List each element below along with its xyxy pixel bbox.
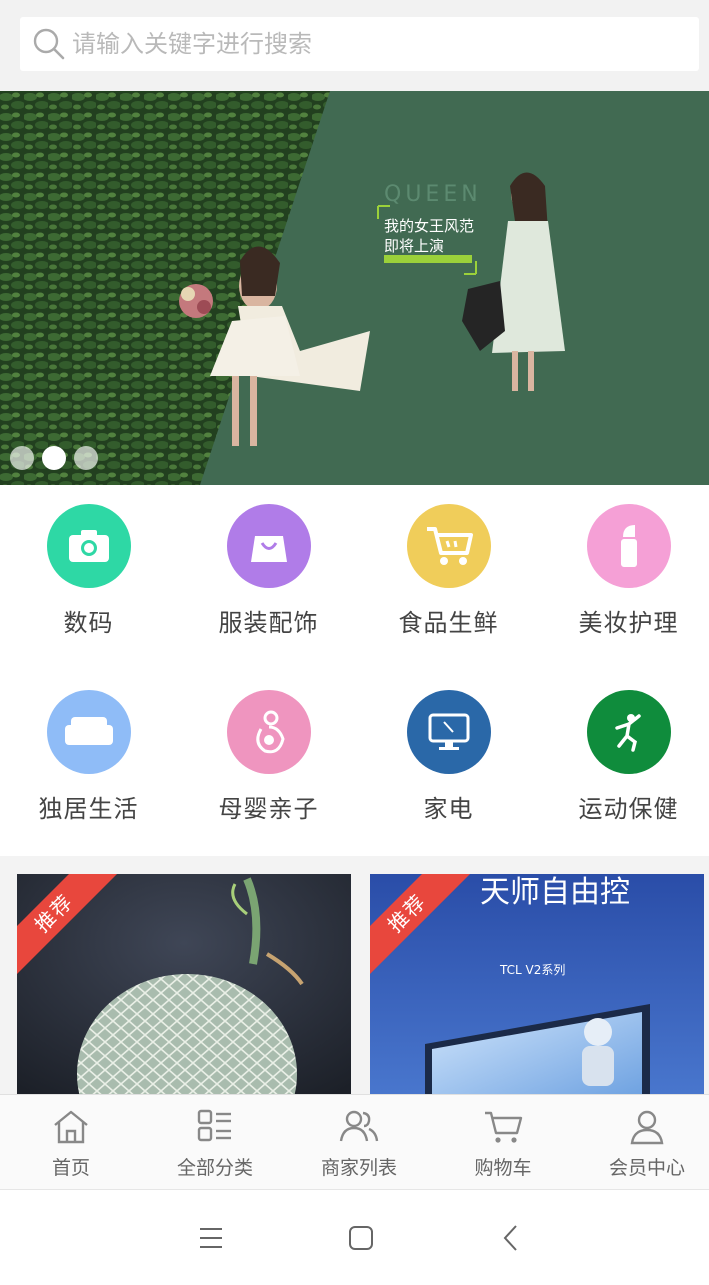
recommended-products: 推荐 天师自由控 TCL V2系列 推荐 xyxy=(0,856,709,1094)
banner-headline-2: 即将上演 xyxy=(384,237,444,255)
carousel-dot[interactable] xyxy=(74,446,98,470)
tab-label: 会员中心 xyxy=(608,1157,685,1179)
tab-cart[interactable]: 购物车 xyxy=(432,1095,574,1191)
search-bar xyxy=(0,0,709,91)
tv-headline: 天师自由控 xyxy=(480,875,630,910)
category-label: 食品生鲜 xyxy=(398,609,499,637)
banner-image: QUEEN 我的女王风范 即将上演 xyxy=(0,91,709,485)
cart-icon xyxy=(485,1111,523,1143)
tab-label: 购物车 xyxy=(474,1157,532,1179)
category-grid: 数码 服装配饰 食品生鲜 美妆护理 独居生活 母婴亲子 家电 运动保健 xyxy=(0,485,709,856)
banner-word: QUEEN xyxy=(384,182,482,207)
category-beauty[interactable]: 美妆护理 xyxy=(540,485,709,665)
category-label: 服装配饰 xyxy=(218,609,319,637)
lipstick-icon xyxy=(587,504,671,588)
tab-label: 全部分类 xyxy=(176,1157,253,1179)
banner-headline-1: 我的女王风范 xyxy=(384,217,474,235)
product-card[interactable]: 天师自由控 TCL V2系列 推荐 xyxy=(370,874,704,1094)
home-icon xyxy=(54,1110,88,1144)
category-label: 运动保健 xyxy=(578,795,679,823)
category-label: 美妆护理 xyxy=(578,609,679,637)
menu-icon[interactable] xyxy=(198,1220,224,1256)
carousel-dot-active[interactable] xyxy=(42,446,66,470)
camera-icon xyxy=(47,504,131,588)
category-apparel[interactable]: 服装配饰 xyxy=(180,485,357,665)
tab-merchants[interactable]: 商家列表 xyxy=(288,1095,430,1191)
search-icon xyxy=(33,28,65,60)
category-label: 独居生活 xyxy=(38,795,139,823)
bottom-tab-bar: 首页 全部分类 商家列表 购物车 会员中心 xyxy=(0,1094,709,1190)
promo-banner[interactable]: QUEEN 我的女王风范 即将上演 xyxy=(0,91,709,485)
shopping-bag-icon xyxy=(227,504,311,588)
monitor-icon xyxy=(407,690,491,774)
category-label: 母婴亲子 xyxy=(218,795,319,823)
carousel-indicators xyxy=(10,446,98,470)
category-baby[interactable]: 母婴亲子 xyxy=(180,671,357,851)
category-food[interactable]: 食品生鲜 xyxy=(360,485,537,665)
category-digital[interactable]: 数码 xyxy=(0,485,177,665)
shopping-cart-icon xyxy=(407,504,491,588)
runner-icon xyxy=(587,690,671,774)
system-navigation-bar xyxy=(0,1190,709,1285)
tab-label: 首页 xyxy=(51,1157,90,1179)
tv-model-text: TCL V2系列 xyxy=(499,963,565,977)
search-input[interactable] xyxy=(72,30,632,58)
search-box[interactable] xyxy=(20,17,699,71)
category-appliance[interactable]: 家电 xyxy=(360,671,537,851)
category-label: 家电 xyxy=(423,795,474,823)
merchants-icon xyxy=(339,1110,379,1142)
home-square-icon[interactable] xyxy=(347,1220,375,1256)
tab-label: 商家列表 xyxy=(320,1157,397,1179)
tab-member[interactable]: 会员中心 xyxy=(576,1095,709,1191)
category-grid-icon xyxy=(197,1109,231,1142)
carousel-dot[interactable] xyxy=(10,446,34,470)
category-living[interactable]: 独居生活 xyxy=(0,671,177,851)
back-icon[interactable] xyxy=(500,1220,520,1256)
product-card[interactable]: 推荐 xyxy=(17,874,351,1094)
tab-categories[interactable]: 全部分类 xyxy=(144,1095,286,1191)
category-sports[interactable]: 运动保健 xyxy=(540,671,709,851)
mother-baby-icon xyxy=(227,690,311,774)
tab-home[interactable]: 首页 xyxy=(0,1095,142,1191)
category-label: 数码 xyxy=(63,609,114,637)
user-icon xyxy=(630,1110,664,1145)
sofa-icon xyxy=(47,690,131,774)
